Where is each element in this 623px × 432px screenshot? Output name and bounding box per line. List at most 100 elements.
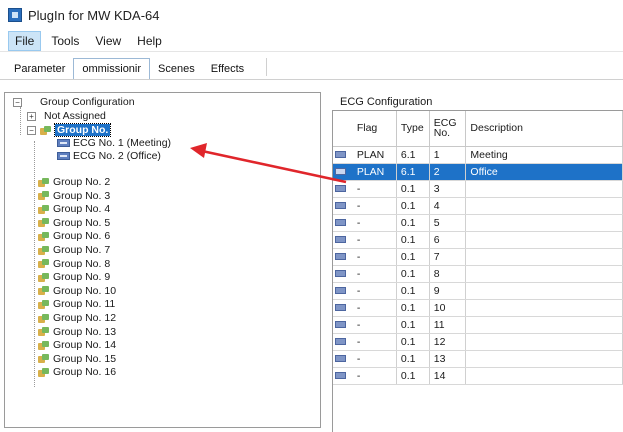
tree-item-group[interactable]: Group No. 11 <box>38 298 115 310</box>
menu-file[interactable]: File <box>8 30 42 51</box>
ecg-icon <box>57 152 70 160</box>
tab-scenes[interactable]: Scenes <box>150 59 203 79</box>
cell-description <box>465 231 623 249</box>
table-row[interactable]: -0.1 12 <box>333 333 623 351</box>
cell-flag: - <box>352 231 397 249</box>
tree-item-label: Not Assigned <box>44 110 106 122</box>
row-icon-cell <box>333 333 353 351</box>
row-icon-cell <box>333 214 353 232</box>
group-icon <box>40 125 52 135</box>
table-row[interactable]: -0.1 4 <box>333 197 623 215</box>
tree-item-group[interactable]: Group No. 7 <box>38 244 110 256</box>
cell-type: 0.1 <box>396 367 430 385</box>
menu-tools[interactable]: Tools <box>45 32 85 50</box>
tree-item-label: Group No. 12 <box>53 312 117 324</box>
tree-item-label: Group No. 10 <box>53 284 117 297</box>
tab-parameter[interactable]: Parameter <box>6 59 73 79</box>
row-icon-cell <box>333 231 353 249</box>
ecg-icon <box>335 304 346 312</box>
tab-commissioning[interactable]: ommissionir <box>73 58 151 79</box>
tree-item-group[interactable]: Group No. 4 <box>38 203 110 215</box>
ecg-icon <box>335 338 346 346</box>
column-header-ecg-no[interactable]: ECG No. <box>429 111 467 147</box>
cell-ecg-no: 14 <box>429 367 467 385</box>
cell-flag: - <box>352 316 397 334</box>
table-row[interactable]: -0.1 10 <box>333 299 623 317</box>
column-header-type[interactable]: Type <box>396 111 430 147</box>
group-icon <box>38 313 50 323</box>
tree-item-group[interactable]: Group No. 3 <box>38 190 110 202</box>
cell-description <box>465 316 623 334</box>
table-row[interactable]: -0.1 13 <box>333 350 623 368</box>
app-icon <box>8 8 22 22</box>
tree-item-group[interactable]: Group No. 12 <box>38 312 116 324</box>
group-icon <box>38 367 50 377</box>
cell-description: Office <box>465 163 623 181</box>
annotation-arrow <box>190 143 347 184</box>
tree-item-group[interactable]: Group No. 16 <box>38 366 116 378</box>
tree-item-group[interactable]: Group No. 15 <box>38 353 116 365</box>
tree-item-group[interactable]: Group No. 9 <box>38 271 110 283</box>
group-icon <box>38 286 50 296</box>
tree-line <box>20 107 21 135</box>
expand-icon[interactable]: + <box>27 111 36 121</box>
cell-description <box>465 367 623 385</box>
cell-type: 0.1 <box>396 265 430 283</box>
group-icon <box>38 259 50 269</box>
ecg-icon <box>335 355 346 363</box>
tree-item-group[interactable]: Group No. 14 <box>38 339 116 351</box>
collapse-icon[interactable]: − <box>13 97 22 107</box>
cell-type: 6.1 <box>396 146 430 164</box>
ecg-icon <box>57 139 70 147</box>
tree-root[interactable]: − Group Configuration <box>13 96 135 108</box>
table-row[interactable]: -0.1 8 <box>333 265 623 283</box>
tab-bar: Parameter ommissionir Scenes Effects <box>0 54 623 80</box>
table-row[interactable]: PLAN 6.1 2 Office <box>333 163 623 181</box>
group-icon <box>38 245 50 255</box>
tree-item-ecg-2[interactable]: ECG No. 2 (Office) <box>57 150 161 162</box>
tree-item-group[interactable]: Group No. 6 <box>38 230 110 242</box>
tree-root-label: Group Configuration <box>40 96 135 108</box>
cell-flag: PLAN <box>352 163 397 181</box>
tree-item-group[interactable]: Group No. 8 <box>38 258 110 270</box>
tree-item-group[interactable]: Group No. 5 <box>38 217 110 229</box>
collapse-icon[interactable]: − <box>27 125 36 135</box>
cell-type: 0.1 <box>396 333 430 351</box>
cell-ecg-no: 10 <box>429 299 467 317</box>
ecg-table[interactable]: Flag Type ECG No. Description PLAN 6.1 1 Me… <box>332 110 623 432</box>
tree-item-group[interactable]: Group No. 13 <box>38 326 116 338</box>
tree-item-group[interactable]: Group No. 10 <box>38 285 116 297</box>
ecg-configuration-label: ECG Configuration <box>340 96 433 108</box>
table-row[interactable]: -0.1 14 <box>333 367 623 385</box>
tree-item-label: Group No. 2 <box>53 176 111 188</box>
menu-help[interactable]: Help <box>131 32 168 50</box>
table-row[interactable]: PLAN 6.1 1 Meeting <box>333 146 623 164</box>
cell-description <box>465 248 623 266</box>
table-row[interactable]: -0.1 3 <box>333 180 623 198</box>
cell-description <box>465 180 623 198</box>
cell-description <box>465 214 623 232</box>
cell-type: 0.1 <box>396 350 430 368</box>
cell-ecg-no: 9 <box>429 282 467 300</box>
table-row[interactable]: -0.1 6 <box>333 231 623 249</box>
cell-type: 0.1 <box>396 214 430 232</box>
tree-item-ecg-1[interactable]: ECG No. 1 (Meeting) <box>57 137 171 149</box>
group-icon <box>38 327 50 337</box>
table-row[interactable]: -0.1 11 <box>333 316 623 334</box>
cell-description <box>465 197 623 215</box>
tree-item-not-assigned[interactable]: + Not Assigned <box>27 110 106 122</box>
table-row[interactable]: -0.1 5 <box>333 214 623 232</box>
column-header-flag[interactable]: Flag <box>352 111 397 147</box>
menu-view[interactable]: View <box>89 32 127 50</box>
tree-item-group-selected[interactable]: − Group No. <box>27 123 112 137</box>
table-row[interactable]: -0.1 9 <box>333 282 623 300</box>
column-header-description[interactable]: Description <box>465 111 623 147</box>
tab-divider <box>266 57 268 76</box>
cell-flag: PLAN <box>352 146 397 164</box>
cell-type: 0.1 <box>396 248 430 266</box>
tab-effects[interactable]: Effects <box>203 59 252 79</box>
tree-item-group[interactable]: Group No. 2 <box>38 176 110 188</box>
table-row[interactable]: -0.1 7 <box>333 248 623 266</box>
cell-flag: - <box>352 248 397 266</box>
cell-flag: - <box>352 350 397 368</box>
